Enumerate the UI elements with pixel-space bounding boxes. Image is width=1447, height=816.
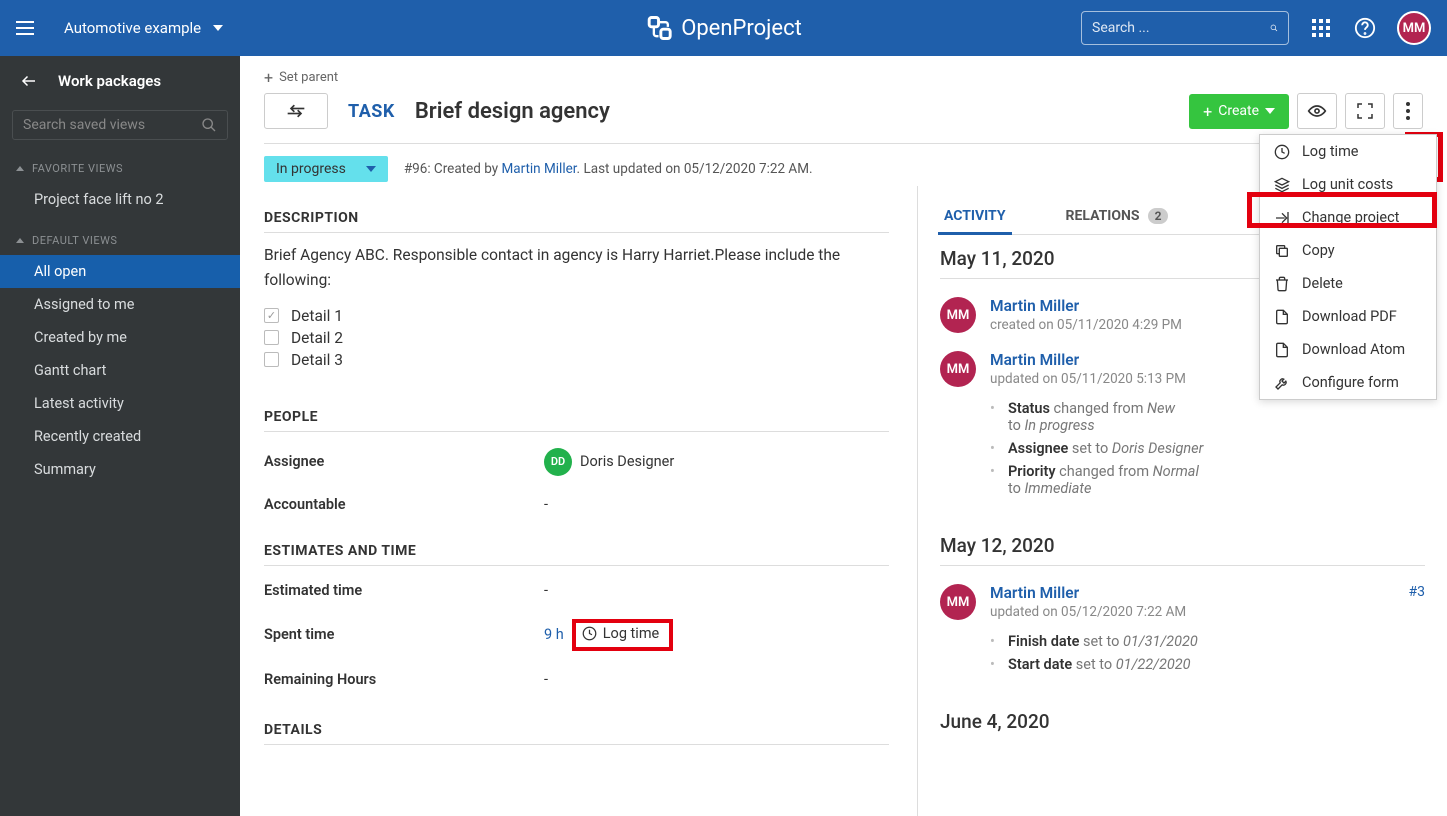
file-icon — [1274, 309, 1290, 325]
modules-icon[interactable] — [1309, 16, 1333, 40]
app-logo: OpenProject — [645, 14, 802, 42]
activity-avatar: MM — [940, 351, 976, 387]
tab-relations[interactable]: RELATIONS2 — [1066, 198, 1169, 234]
wp-type: TASK — [348, 101, 395, 122]
chevron-up-icon — [16, 238, 24, 243]
activity-changes: Status changed from New to In progress A… — [940, 397, 1425, 500]
project-name: Automotive example — [64, 19, 201, 37]
sidebar-search[interactable] — [12, 110, 228, 140]
activity-anchor-link[interactable]: #3 — [1409, 584, 1426, 620]
chevron-down-icon — [366, 166, 376, 172]
sidebar-item[interactable]: Assigned to me — [0, 288, 240, 321]
back-arrow-icon[interactable] — [20, 72, 38, 90]
status-selector[interactable]: In progress — [264, 156, 388, 182]
estimated-time-value[interactable]: - — [544, 582, 548, 599]
sidebar-item[interactable]: Project face lift no 2 — [0, 183, 240, 216]
search-icon — [201, 117, 217, 133]
share-icon — [1274, 210, 1290, 226]
default-views-header[interactable]: DEFAULT VIEWS — [0, 226, 240, 255]
sidebar-title: Work packages — [58, 72, 161, 90]
remaining-hours-value[interactable]: - — [544, 671, 548, 688]
layers-icon — [1274, 177, 1290, 193]
global-search[interactable] — [1081, 11, 1289, 45]
menu-item-log-unit-costs[interactable]: Log unit costs — [1260, 168, 1436, 201]
clock-icon — [1274, 144, 1290, 160]
sidebar-search-input[interactable] — [23, 117, 201, 133]
tab-activity[interactable]: ACTIVITY — [944, 198, 1006, 234]
clock-icon — [582, 626, 597, 641]
log-time-button[interactable]: Log time — [582, 625, 660, 642]
details-header: DETAILS — [264, 722, 889, 745]
sidebar-item[interactable]: Latest activity — [0, 387, 240, 420]
accountable-label: Accountable — [264, 496, 544, 513]
activity-changes: Finish date set to 01/31/2020 Start date… — [940, 630, 1425, 676]
activity-user-link[interactable]: Martin Miller — [990, 584, 1186, 602]
hamburger-icon[interactable] — [16, 16, 40, 40]
assignee-value[interactable]: DD Doris Designer — [544, 448, 674, 476]
sidebar-item[interactable]: Created by me — [0, 321, 240, 354]
wp-title[interactable]: Brief design agency — [415, 99, 610, 124]
activity-avatar: MM — [940, 297, 976, 333]
sidebar-item[interactable]: Gantt chart — [0, 354, 240, 387]
checkbox-icon[interactable]: ✓ — [264, 308, 279, 323]
checkbox-icon[interactable] — [264, 330, 279, 345]
checkbox-icon[interactable] — [264, 352, 279, 367]
content: +Set parent TASK Brief design agency +Cr… — [240, 56, 1447, 816]
sidebar-item[interactable]: Recently created — [0, 420, 240, 453]
spent-time-label: Spent time — [264, 626, 544, 643]
topbar: Automotive example OpenProject MM — [0, 0, 1447, 56]
activity-meta: updated on 05/12/2020 7:22 AM — [990, 604, 1186, 620]
estimated-time-label: Estimated time — [264, 582, 544, 599]
description-text[interactable]: Brief Agency ABC. Responsible contact in… — [264, 243, 889, 293]
relations-count: 2 — [1148, 208, 1169, 224]
trash-icon — [1274, 276, 1290, 292]
remaining-hours-label: Remaining Hours — [264, 671, 544, 688]
user-avatar[interactable]: MM — [1397, 11, 1431, 45]
project-selector[interactable]: Automotive example — [64, 19, 223, 37]
favorite-views-header[interactable]: FAVORITE VIEWS — [0, 154, 240, 183]
more-actions-menu: Log time Log unit costs Change project C… — [1259, 134, 1437, 400]
menu-item-delete[interactable]: Delete — [1260, 267, 1436, 300]
checklist: ✓Detail 1 Detail 2 Detail 3 — [264, 307, 889, 369]
back-button[interactable] — [264, 93, 328, 129]
menu-item-configure-form[interactable]: Configure form — [1260, 366, 1436, 399]
sidebar-item-all-open[interactable]: All open — [0, 255, 240, 288]
more-actions-button[interactable] — [1393, 93, 1423, 129]
chevron-down-icon — [213, 25, 223, 31]
chevron-down-icon — [1265, 108, 1275, 114]
assignee-label: Assignee — [264, 453, 544, 470]
copy-icon — [1274, 243, 1290, 259]
wrench-icon — [1274, 375, 1290, 391]
help-icon[interactable] — [1353, 16, 1377, 40]
menu-item-copy[interactable]: Copy — [1260, 234, 1436, 267]
estimates-header: ESTIMATES AND TIME — [264, 543, 889, 566]
file-icon — [1274, 342, 1290, 358]
watch-button[interactable] — [1297, 93, 1337, 129]
description-header: DESCRIPTION — [264, 210, 889, 233]
sidebar-item[interactable]: Summary — [0, 453, 240, 486]
menu-item-download-pdf[interactable]: Download PDF — [1260, 300, 1436, 333]
spent-time-value[interactable]: 9 h — [544, 626, 564, 643]
menu-item-log-time[interactable]: Log time — [1260, 135, 1436, 168]
menu-item-change-project[interactable]: Change project — [1260, 201, 1436, 234]
chevron-up-icon — [16, 166, 24, 171]
people-header: PEOPLE — [264, 409, 889, 432]
author-link[interactable]: Martin Miller — [501, 161, 576, 177]
menu-item-download-atom[interactable]: Download Atom — [1260, 333, 1436, 366]
wp-meta: #96: Created by Martin Miller. Last upda… — [404, 161, 813, 177]
fullscreen-button[interactable] — [1345, 93, 1385, 129]
activity-avatar: MM — [940, 584, 976, 620]
assignee-avatar: DD — [544, 448, 572, 476]
create-button[interactable]: +Create — [1189, 94, 1289, 129]
sidebar: Work packages FAVORITE VIEWS Project fac… — [0, 56, 240, 816]
accountable-value[interactable]: - — [544, 496, 548, 513]
search-icon — [1270, 20, 1278, 36]
activity-date: June 4, 2020 — [940, 700, 1425, 741]
set-parent-button[interactable]: +Set parent — [264, 68, 1423, 87]
search-input[interactable] — [1092, 20, 1270, 36]
activity-date: May 12, 2020 — [940, 524, 1425, 566]
